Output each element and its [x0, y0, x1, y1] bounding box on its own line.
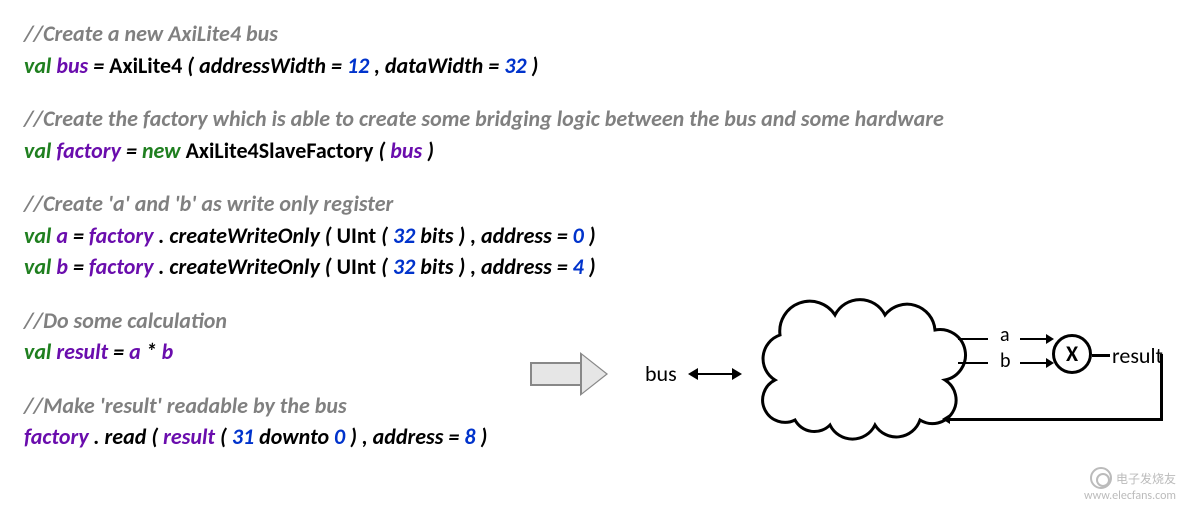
elecfans-logo-icon: [1090, 467, 1112, 489]
code-line: val b = factory . createWriteOnly ( UInt…: [24, 253, 1160, 281]
watermark: 电子发烧友 www.elecfans.com: [1084, 467, 1176, 503]
comment-line: //Create the factory which is able to cr…: [24, 105, 1160, 133]
block-diagram: bus a b X result: [530, 320, 1170, 480]
fn-read: read: [105, 423, 147, 450]
keyword-val: val: [24, 52, 51, 79]
b-label: b: [1000, 349, 1011, 375]
cloud-icon: [735, 290, 985, 456]
result-label: result: [1112, 342, 1163, 369]
page-root: //Create a new AxiLite4 bus val bus = Ax…: [0, 0, 1184, 509]
ident-factory: factory: [56, 137, 121, 164]
type-axilite4slavefactory: AxiLite4SlaveFactory: [186, 137, 374, 164]
arrow-right-icon: [1046, 334, 1054, 344]
code-line: val a = factory . createWriteOnly ( UInt…: [24, 222, 1160, 250]
ab-labels: a b: [1000, 323, 1011, 375]
code-line: val factory = new AxiLite4SlaveFactory (…: [24, 137, 1160, 165]
comment-line: //Create a new AxiLite4 bus: [24, 20, 1160, 48]
ident-bus: bus: [56, 52, 88, 79]
a-label: a: [1000, 323, 1011, 349]
comment-line: //Create 'a' and 'b' as write only regis…: [24, 190, 1160, 218]
wire-b: [958, 362, 988, 364]
ident-b: b: [56, 253, 68, 280]
bus-label: bus: [645, 360, 677, 387]
wire-a: [958, 338, 988, 340]
wire-result: [1092, 354, 1110, 357]
ident-result: result: [56, 338, 108, 365]
ident-a: a: [56, 222, 68, 249]
fn-createwriteonly: createWriteOnly: [169, 222, 319, 249]
multiplier-node: X: [1052, 334, 1092, 374]
code-line: val bus = AxiLite4 ( addressWidth = 12 ,…: [24, 52, 1160, 80]
type-axilite4: AxiLite4: [109, 52, 182, 79]
arrow-left-icon: [942, 414, 950, 424]
